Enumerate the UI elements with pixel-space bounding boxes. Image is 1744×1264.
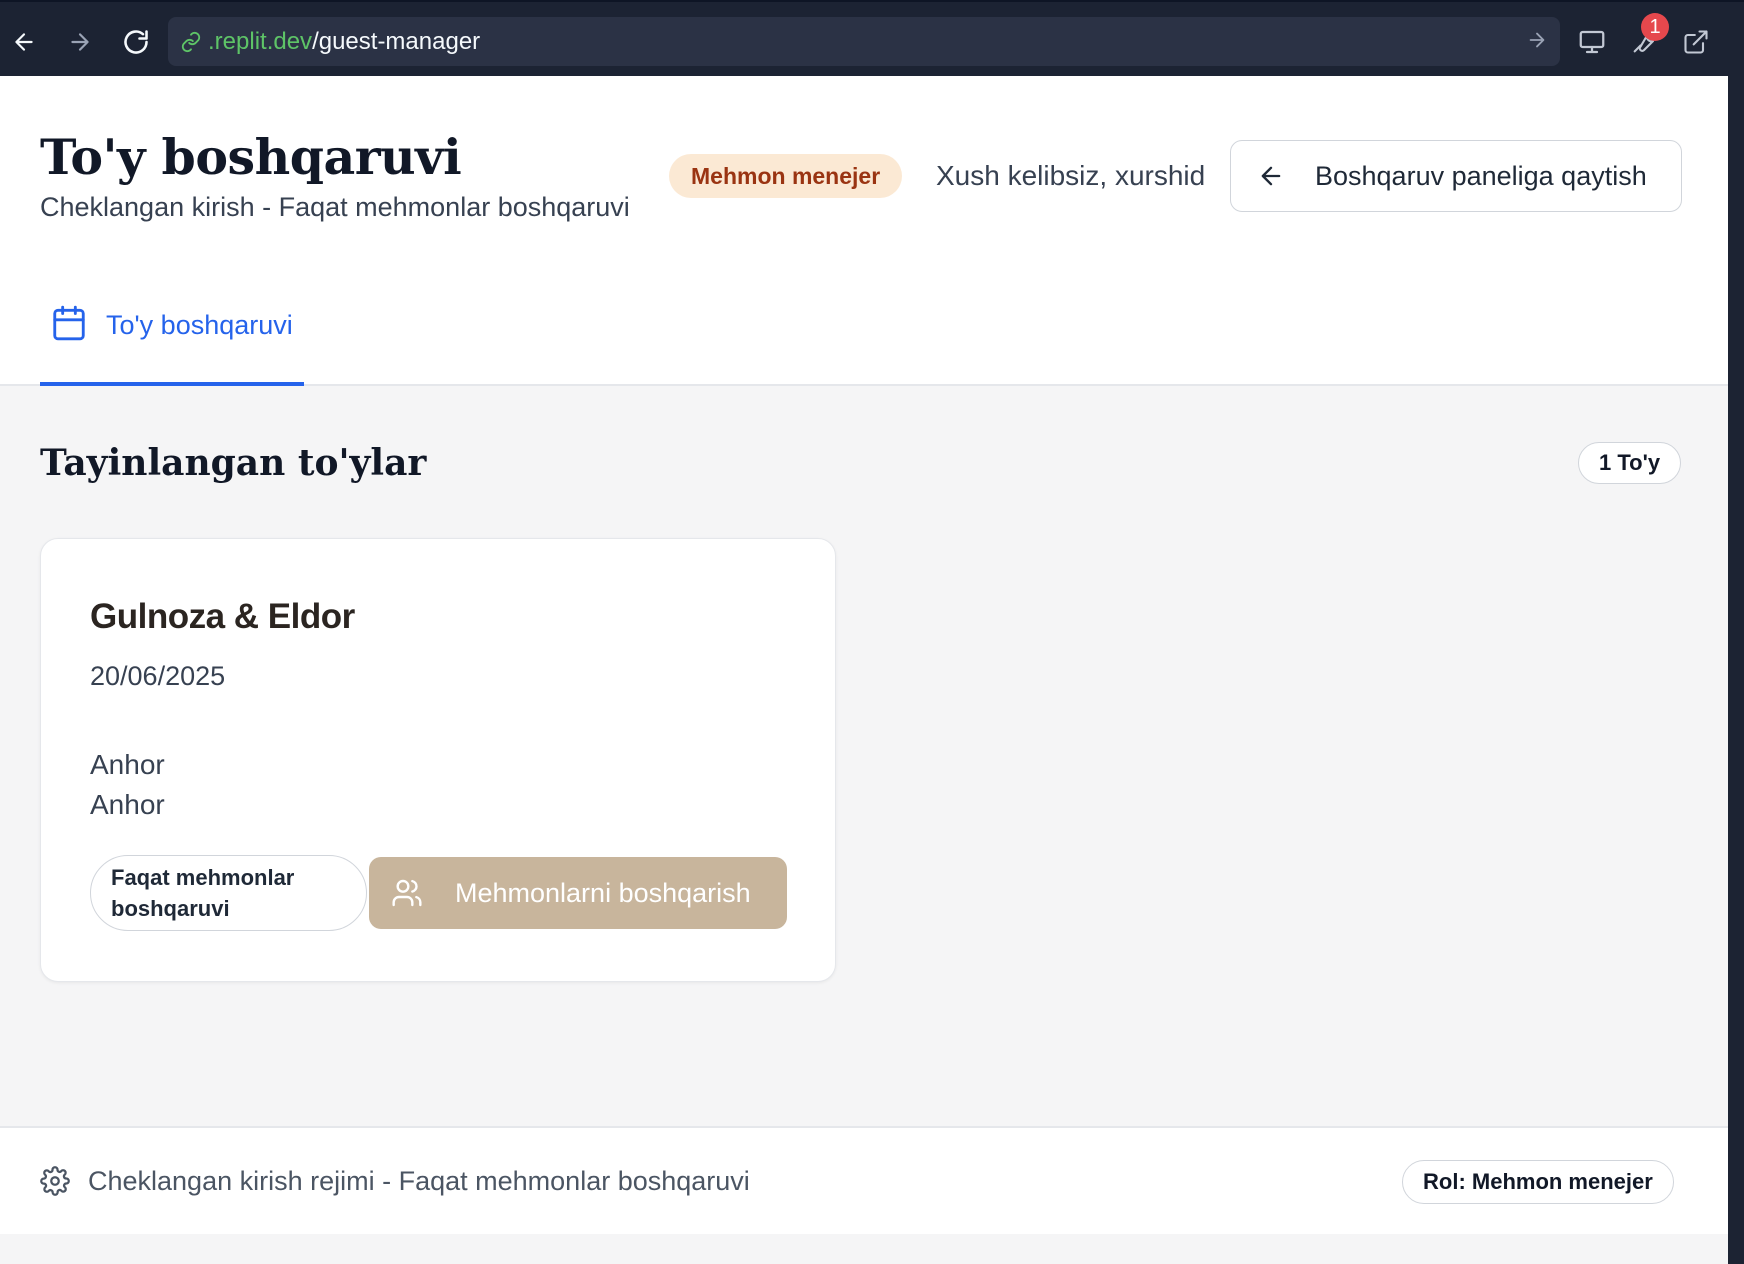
section-title: Tayinlangan to'ylar [40, 442, 427, 484]
forward-arrow-icon[interactable] [60, 22, 100, 62]
users-icon [391, 877, 423, 909]
welcome-text: Xush kelibsiz, xurshid [936, 160, 1206, 191]
back-to-dashboard-button[interactable]: Boshqaruv paneliga qaytish [1230, 140, 1682, 212]
notification-badge: 1 [1641, 13, 1669, 41]
app-root: To'y boshqaruvi Cheklangan kirish - Faqa… [0, 76, 1728, 1264]
manage-guests-label: Mehmonlarni boshqarish [455, 877, 751, 908]
role-badge: Mehmon menejer [669, 154, 903, 198]
monitor-icon[interactable] [1572, 22, 1612, 62]
access-level-badge: Faqat mehmonlar boshqaruvi [90, 855, 367, 931]
venue-address: Anhor [90, 789, 165, 820]
manage-guests-button[interactable]: Mehmonlarni boshqarish [369, 857, 787, 929]
tab-wedding-management[interactable]: To'y boshqaruvi [40, 304, 304, 386]
wedding-card: Gulnoza & Eldor 20/06/2025 Anhor Anhor F… [40, 538, 836, 982]
link-icon [180, 31, 202, 53]
back-button-label: Boshqaruv paneliga qaytish [1315, 160, 1647, 191]
calendar-icon [50, 304, 88, 342]
footer-mode-text: Cheklangan kirish rejimi - Faqat mehmonl… [88, 1166, 750, 1196]
scrollbar-gutter [1728, 76, 1744, 1264]
page-footer: Cheklangan kirish rejimi - Faqat mehmonl… [0, 1126, 1728, 1234]
go-arrow-icon[interactable] [1526, 29, 1548, 51]
browser-toolbar: .replit.dev/guest-manager 1 [0, 0, 1744, 76]
arrow-left-icon [1257, 162, 1285, 190]
wedding-date: 20/06/2025 [90, 661, 226, 691]
main-content: Tayinlangan to'ylar 1 To'y Gulnoza & Eld… [0, 386, 1728, 1126]
gear-icon [40, 1166, 70, 1196]
external-link-icon[interactable] [1676, 22, 1716, 62]
tab-label: To'y boshqaruvi [106, 310, 293, 340]
url-path: /guest-manager [312, 27, 481, 55]
page-subtitle: Cheklangan kirish - Faqat mehmonlar bosh… [40, 192, 630, 222]
bottom-strip [0, 1234, 1728, 1264]
reload-icon[interactable] [116, 22, 156, 62]
page-title: To'y boshqaruvi [40, 128, 462, 186]
back-arrow-icon[interactable] [4, 22, 44, 62]
page-header: To'y boshqaruvi Cheklangan kirish - Faqa… [0, 76, 1728, 386]
url-host: .replit.dev [208, 27, 313, 55]
venue-name: Anhor [90, 749, 165, 780]
couple-name: Gulnoza & Eldor [90, 597, 355, 636]
wedding-count-badge: 1 To'y [1578, 442, 1682, 484]
url-bar[interactable]: .replit.dev/guest-manager [168, 17, 1560, 66]
footer-role-badge: Rol: Mehmon menejer [1402, 1160, 1674, 1204]
